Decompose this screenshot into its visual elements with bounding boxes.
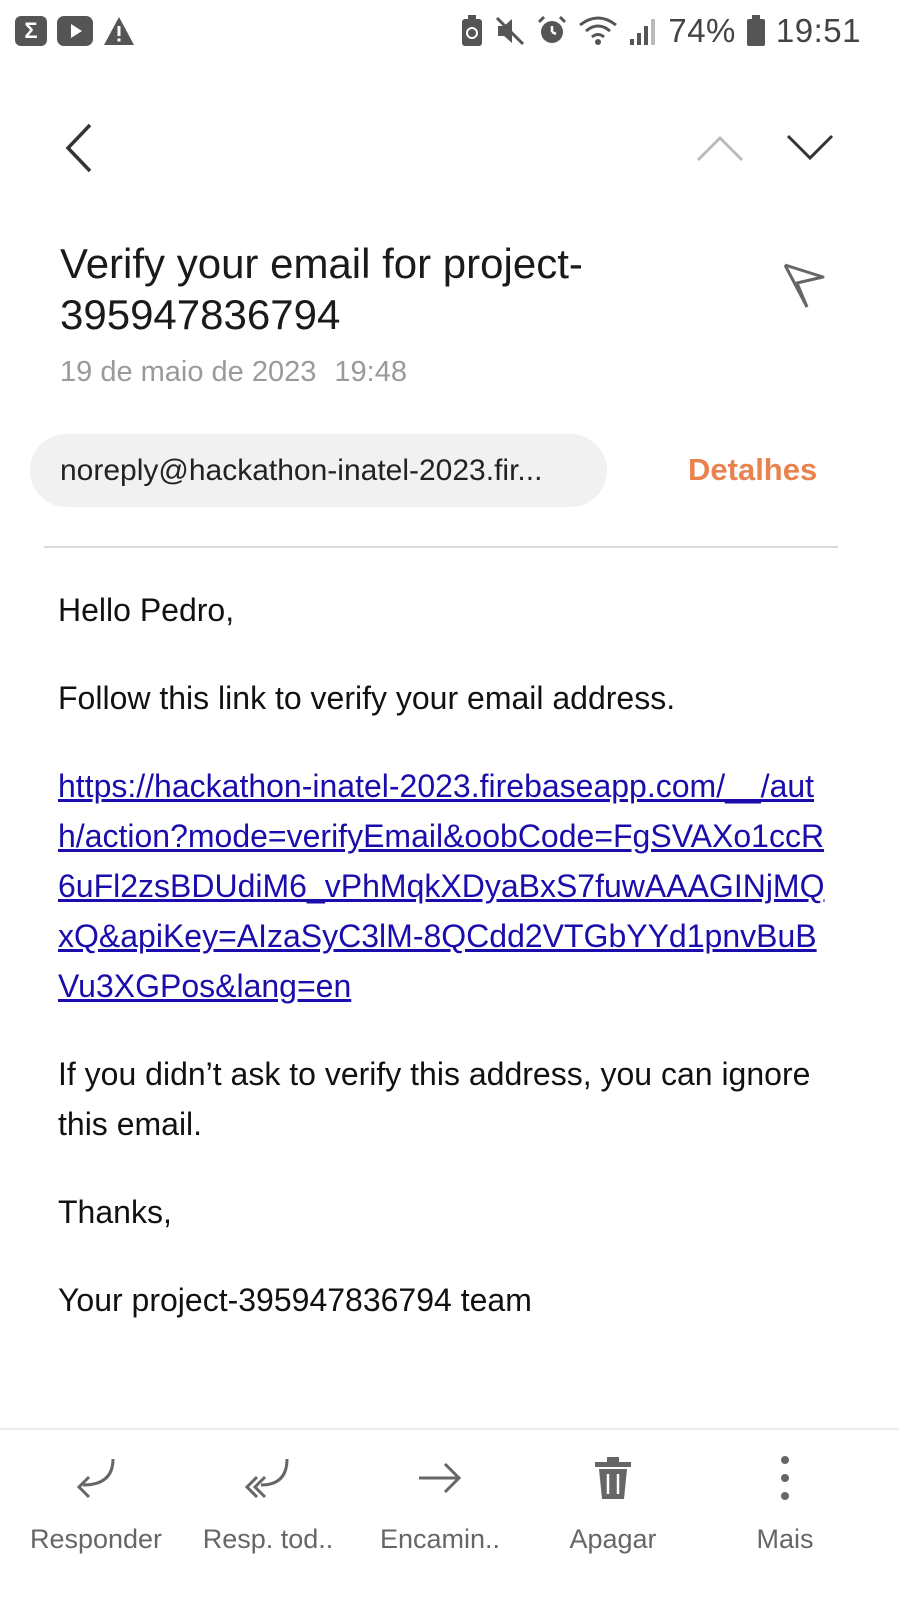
previous-email-button[interactable] bbox=[690, 118, 750, 178]
email-timestamp: 19 de maio de 2023 19:48 bbox=[60, 356, 425, 389]
warning-icon bbox=[103, 16, 135, 46]
reply-icon bbox=[76, 1458, 115, 1499]
chevron-down-icon bbox=[786, 134, 834, 161]
reply-label: Responder bbox=[29, 1524, 163, 1554]
battery-icon bbox=[746, 15, 766, 47]
more-vertical-icon bbox=[781, 1456, 789, 1500]
status-left: Σ bbox=[15, 16, 135, 46]
battery-percent: 74% bbox=[668, 12, 736, 49]
alarm-icon bbox=[536, 15, 568, 47]
ignore-note: If you didn’t ask to verify this address… bbox=[58, 1056, 811, 1142]
instruction: Follow this link to verify your email ad… bbox=[58, 680, 676, 716]
email-date: 19 de maio de 2023 bbox=[60, 356, 317, 388]
delete-button[interactable]: Apagar bbox=[543, 1452, 683, 1555]
top-navigation bbox=[0, 110, 899, 190]
flag-button[interactable] bbox=[776, 258, 832, 314]
details-link[interactable]: Detalhes bbox=[688, 452, 817, 488]
header-divider bbox=[44, 546, 838, 548]
status-right: 74% 19:51 bbox=[460, 12, 861, 50]
wifi-icon bbox=[578, 15, 618, 47]
greeting: Hello Pedro, bbox=[58, 592, 235, 628]
verify-link[interactable]: https://hackathon-inatel-2023.firebaseap… bbox=[58, 761, 833, 1011]
reply-button[interactable]: Responder bbox=[26, 1452, 166, 1555]
chevron-up-icon bbox=[696, 135, 744, 162]
more-button[interactable]: Mais bbox=[715, 1452, 855, 1555]
flag-icon bbox=[783, 263, 825, 308]
sender-chip[interactable]: noreply@hackathon-inatel-2023.fir... bbox=[30, 434, 607, 507]
email-screen: Σ 74% 19:51 Verify your email for projec… bbox=[0, 0, 899, 1599]
email-subject: Verify your email for project-3959478367… bbox=[60, 240, 583, 338]
signal-icon bbox=[628, 15, 658, 47]
reply-all-icon bbox=[244, 1458, 289, 1499]
more-label: Mais bbox=[756, 1524, 814, 1554]
delete-label: Apagar bbox=[569, 1524, 657, 1554]
email-body: Hello Pedro, Follow this link to verify … bbox=[58, 585, 848, 1363]
battery-saver-icon bbox=[460, 15, 484, 47]
forward-button[interactable]: Encamin.. bbox=[370, 1452, 510, 1555]
clock: 19:51 bbox=[775, 12, 861, 49]
signature: Your project-395947836794 team bbox=[58, 1282, 532, 1318]
arrow-right-icon bbox=[419, 1462, 462, 1494]
youtube-icon bbox=[57, 16, 93, 46]
bottom-action-bar: Responder Resp. tod.. Encamin.. Apagar M… bbox=[0, 1430, 899, 1599]
back-button[interactable] bbox=[50, 118, 110, 178]
thanks: Thanks, bbox=[58, 1194, 172, 1230]
reply-all-label: Resp. tod.. bbox=[202, 1524, 334, 1554]
forward-label: Encamin.. bbox=[379, 1524, 501, 1554]
reply-all-button[interactable]: Resp. tod.. bbox=[198, 1452, 338, 1555]
sigma-icon: Σ bbox=[15, 16, 47, 46]
email-time: 19:48 bbox=[334, 356, 407, 388]
next-email-button[interactable] bbox=[780, 118, 840, 178]
chevron-left-icon bbox=[65, 123, 92, 173]
trash-icon bbox=[595, 1457, 631, 1499]
status-bar: Σ 74% 19:51 bbox=[0, 0, 899, 62]
mute-icon bbox=[494, 15, 526, 47]
